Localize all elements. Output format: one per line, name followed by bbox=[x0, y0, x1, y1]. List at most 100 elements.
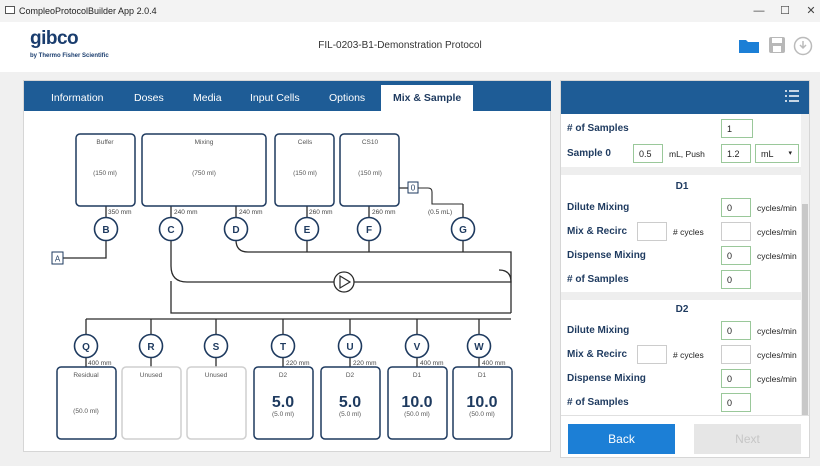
d2-mix-rate-input[interactable] bbox=[721, 345, 751, 364]
port-d: D bbox=[232, 225, 239, 236]
bag-name: D1 bbox=[413, 372, 422, 379]
bag-name: D2 bbox=[279, 372, 288, 379]
tab-bar: Information Doses Media Input Cells Opti… bbox=[24, 81, 551, 111]
bag-name: Residual bbox=[73, 372, 99, 379]
pump-icon bbox=[333, 271, 355, 293]
port-s: S bbox=[213, 342, 220, 353]
dispense-mixing-label: Dispense Mixing bbox=[567, 373, 646, 384]
d2-samples-row: # of Samples 0 bbox=[561, 391, 803, 415]
port-w: W bbox=[474, 342, 484, 353]
port-c: C bbox=[167, 225, 174, 236]
d1-mixrecirc-row: Mix & Recirc # cycles cycles/min bbox=[561, 220, 803, 244]
nsamples-label: # of Samples bbox=[567, 274, 629, 285]
samples-row: # of Samples 1 bbox=[561, 117, 803, 141]
d2-section-title: D2 bbox=[675, 304, 689, 315]
d1-dispense-input[interactable]: 0 bbox=[721, 246, 751, 265]
cycles-per-min-unit: cycles/min bbox=[757, 326, 797, 336]
back-button[interactable]: Back bbox=[568, 424, 675, 454]
bag-volume: (5.0 ml) bbox=[272, 411, 294, 418]
panel-footer: Back Next bbox=[561, 415, 809, 457]
d1-samples-row: # of Samples 0 bbox=[561, 268, 803, 292]
cycles-unit: # cycles bbox=[673, 227, 704, 237]
tag-0: 0 bbox=[411, 184, 416, 193]
tab-doses[interactable]: Doses bbox=[134, 92, 164, 104]
cycles-per-min-unit: cycles/min bbox=[757, 374, 797, 384]
save-icon[interactable] bbox=[768, 36, 786, 54]
bag-cs10-volume: (150 ml) bbox=[358, 170, 382, 177]
length-label: 400 mm bbox=[420, 360, 443, 367]
d2-dilute-row: Dilute Mixing 0 cycles/min bbox=[561, 319, 803, 343]
sample0-push-input[interactable]: 1.2 bbox=[721, 144, 751, 163]
mix-recirc-label: Mix & Recirc bbox=[567, 226, 628, 237]
minimize-button[interactable]: — bbox=[745, 3, 773, 19]
folder-icon[interactable] bbox=[738, 36, 760, 54]
samples-label: # of Samples bbox=[567, 123, 629, 134]
app-icon bbox=[5, 6, 15, 14]
port-u: U bbox=[346, 342, 353, 353]
bag-volume: (50.0 ml) bbox=[73, 408, 99, 415]
samples-input[interactable]: 1 bbox=[721, 119, 753, 138]
window-titlebar: CompleoProtocolBuilder App 2.0.4 — ☐ ✕ bbox=[0, 0, 820, 22]
logo-subtitle: by Thermo Fisher Scientific bbox=[30, 53, 109, 59]
cycles-unit: # cycles bbox=[673, 350, 704, 360]
vertical-scrollbar[interactable] bbox=[801, 114, 809, 457]
bag-volume: (50.0 ml) bbox=[404, 411, 430, 418]
list-menu-icon[interactable] bbox=[785, 90, 799, 102]
dispense-mixing-label: Dispense Mixing bbox=[567, 250, 646, 261]
d1-mix-rate-input[interactable] bbox=[721, 222, 751, 241]
d1-mix-cycles-input[interactable] bbox=[637, 222, 667, 241]
bag-dose-value: 5.0 bbox=[339, 394, 361, 411]
app-header: gibco by Thermo Fisher Scientific FIL-02… bbox=[0, 22, 820, 72]
tab-mix-and-sample[interactable]: Mix & Sample bbox=[381, 85, 474, 111]
sample0-select-value: mL bbox=[761, 149, 774, 159]
d1-dilute-row: Dilute Mixing 0 cycles/min bbox=[561, 196, 803, 220]
tab-input-cells[interactable]: Input Cells bbox=[250, 92, 300, 104]
port-g: G bbox=[459, 225, 467, 236]
length-label: 400 mm bbox=[88, 360, 111, 367]
g-volume: (0.5 mL) bbox=[428, 209, 452, 216]
port-r: R bbox=[147, 342, 155, 353]
window-title: CompleoProtocolBuilder App 2.0.4 bbox=[19, 6, 157, 16]
nsamples-label: # of Samples bbox=[567, 397, 629, 408]
d2-dispense-input[interactable]: 0 bbox=[721, 369, 751, 388]
next-button[interactable]: Next bbox=[694, 424, 801, 454]
length-label: 400 mm bbox=[482, 360, 505, 367]
tab-options[interactable]: Options bbox=[329, 92, 365, 104]
bag-dose-value: 10.0 bbox=[401, 394, 432, 411]
bag-name: Unused bbox=[205, 372, 228, 379]
bag-mixing-volume: (750 ml) bbox=[192, 170, 216, 177]
cycles-per-min-unit: cycles/min bbox=[757, 227, 797, 237]
bag-mixing-name: Mixing bbox=[195, 139, 214, 146]
length-label: 260 mm bbox=[309, 209, 332, 216]
bag-cs10-name: CS10 bbox=[362, 139, 379, 146]
sample0-unit: mL, Push bbox=[669, 149, 705, 159]
chevron-down-icon: ▾ bbox=[788, 150, 792, 157]
tab-information[interactable]: Information bbox=[51, 92, 104, 104]
d2-dilute-input[interactable]: 0 bbox=[721, 321, 751, 340]
d1-samples-input[interactable]: 0 bbox=[721, 270, 751, 289]
maximize-button[interactable]: ☐ bbox=[771, 3, 799, 19]
download-icon[interactable] bbox=[793, 36, 813, 56]
sample0-unit-select[interactable]: mL ▾ bbox=[755, 144, 799, 163]
d2-mix-cycles-input[interactable] bbox=[637, 345, 667, 364]
port-q: Q bbox=[82, 342, 90, 353]
sample0-row: Sample 0 0.5 mL, Push 1.2 mL ▾ bbox=[561, 142, 803, 166]
length-label: 260 mm bbox=[372, 209, 395, 216]
d1-section-title: D1 bbox=[675, 181, 689, 192]
sample0-volume-input[interactable]: 0.5 bbox=[633, 144, 663, 163]
tab-media[interactable]: Media bbox=[193, 92, 222, 104]
protocol-title: FIL-0203-B1-Demonstration Protocol bbox=[318, 40, 482, 51]
cycles-per-min-unit: cycles/min bbox=[757, 350, 797, 360]
dilute-mixing-label: Dilute Mixing bbox=[567, 325, 630, 336]
protocol-editor-panel: Information Doses Media Input Cells Opti… bbox=[23, 80, 551, 452]
d2-samples-input[interactable]: 0 bbox=[721, 393, 751, 412]
mix-recirc-label: Mix & Recirc bbox=[567, 349, 628, 360]
cycles-per-min-unit: cycles/min bbox=[757, 251, 797, 261]
cycles-per-min-unit: cycles/min bbox=[757, 203, 797, 213]
d1-dilute-input[interactable]: 0 bbox=[721, 198, 751, 217]
close-button[interactable]: ✕ bbox=[797, 3, 820, 19]
bag-name: D1 bbox=[478, 372, 487, 379]
bag-buffer-volume: (150 ml) bbox=[93, 170, 117, 177]
bag-name: D2 bbox=[346, 372, 355, 379]
tag-a: A bbox=[55, 255, 61, 264]
